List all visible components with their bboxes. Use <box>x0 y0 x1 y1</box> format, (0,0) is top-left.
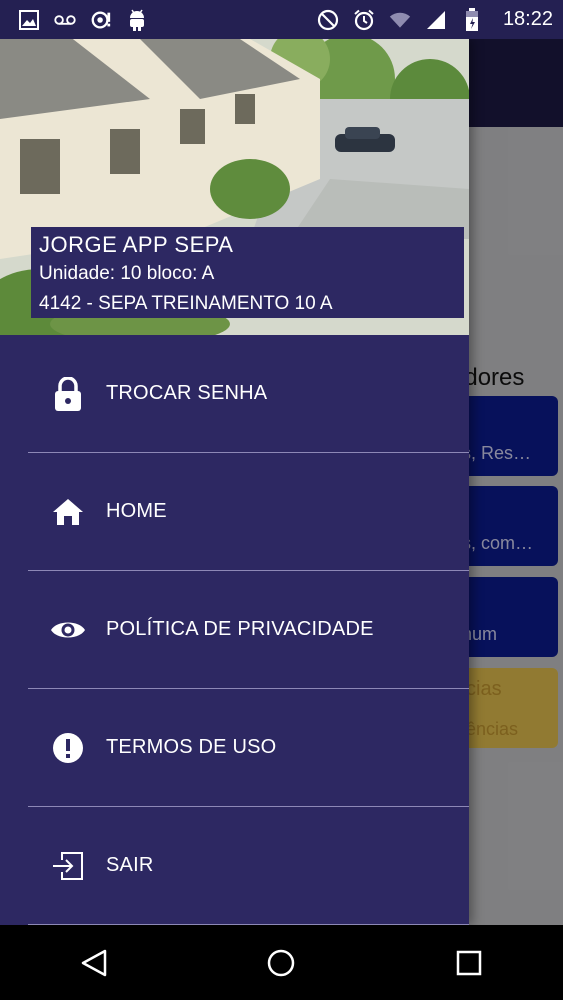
drawer-header: JORGE APP SEPA Unidade: 10 bloco: A 4142… <box>0 39 469 335</box>
status-bar: 18:22 <box>0 0 563 39</box>
clock: 18:22 <box>502 8 553 30</box>
user-unit: Unidade: 10 bloco: A <box>39 263 215 284</box>
menu-item-termos-de-uso[interactable]: TERMOS DE USO <box>28 689 469 807</box>
home-icon <box>46 490 90 534</box>
menu-item-trocar-senha[interactable]: TROCAR SENHA <box>28 335 469 453</box>
back-icon[interactable] <box>74 943 114 983</box>
menu-item-label: HOME <box>106 500 167 522</box>
alert-icon <box>46 726 90 770</box>
eye-icon <box>46 608 90 652</box>
lock-icon <box>46 372 90 416</box>
menu-item-politica-de-privacidade[interactable]: POLÍTICA DE PRIVACIDADE <box>28 571 469 689</box>
menu-item-home[interactable]: HOME <box>28 453 469 571</box>
android-icon <box>126 9 148 31</box>
menu-item-sair[interactable]: SAIR <box>28 807 469 925</box>
user-condominium: 4142 - SEPA TREINAMENTO 10 A <box>39 293 333 314</box>
user-info-panel: JORGE APP SEPA Unidade: 10 bloco: A 4142… <box>31 227 464 318</box>
recents-icon[interactable] <box>449 943 489 983</box>
sync-icon <box>90 9 112 31</box>
menu-item-label: TROCAR SENHA <box>106 382 268 404</box>
alarm-icon <box>353 9 375 31</box>
user-name: JORGE APP SEPA <box>39 232 234 257</box>
navigation-drawer: JORGE APP SEPA Unidade: 10 bloco: A 4142… <box>0 39 469 925</box>
voicemail-icon <box>54 9 76 31</box>
signal-icon <box>425 9 447 31</box>
menu-item-label: TERMOS DE USO <box>106 736 277 758</box>
block-icon <box>317 9 339 31</box>
logout-icon <box>46 844 90 888</box>
home-circle-icon[interactable] <box>261 943 301 983</box>
wifi-icon <box>389 9 411 31</box>
battery-icon <box>461 7 483 31</box>
drawer-menu: TROCAR SENHA HOME POLÍTICA DE PRIVACIDAD… <box>0 335 469 925</box>
navigation-bar <box>0 925 563 1000</box>
menu-item-label: POLÍTICA DE PRIVACIDADE <box>106 618 374 640</box>
image-icon <box>18 9 40 31</box>
menu-item-label: SAIR <box>106 854 154 876</box>
